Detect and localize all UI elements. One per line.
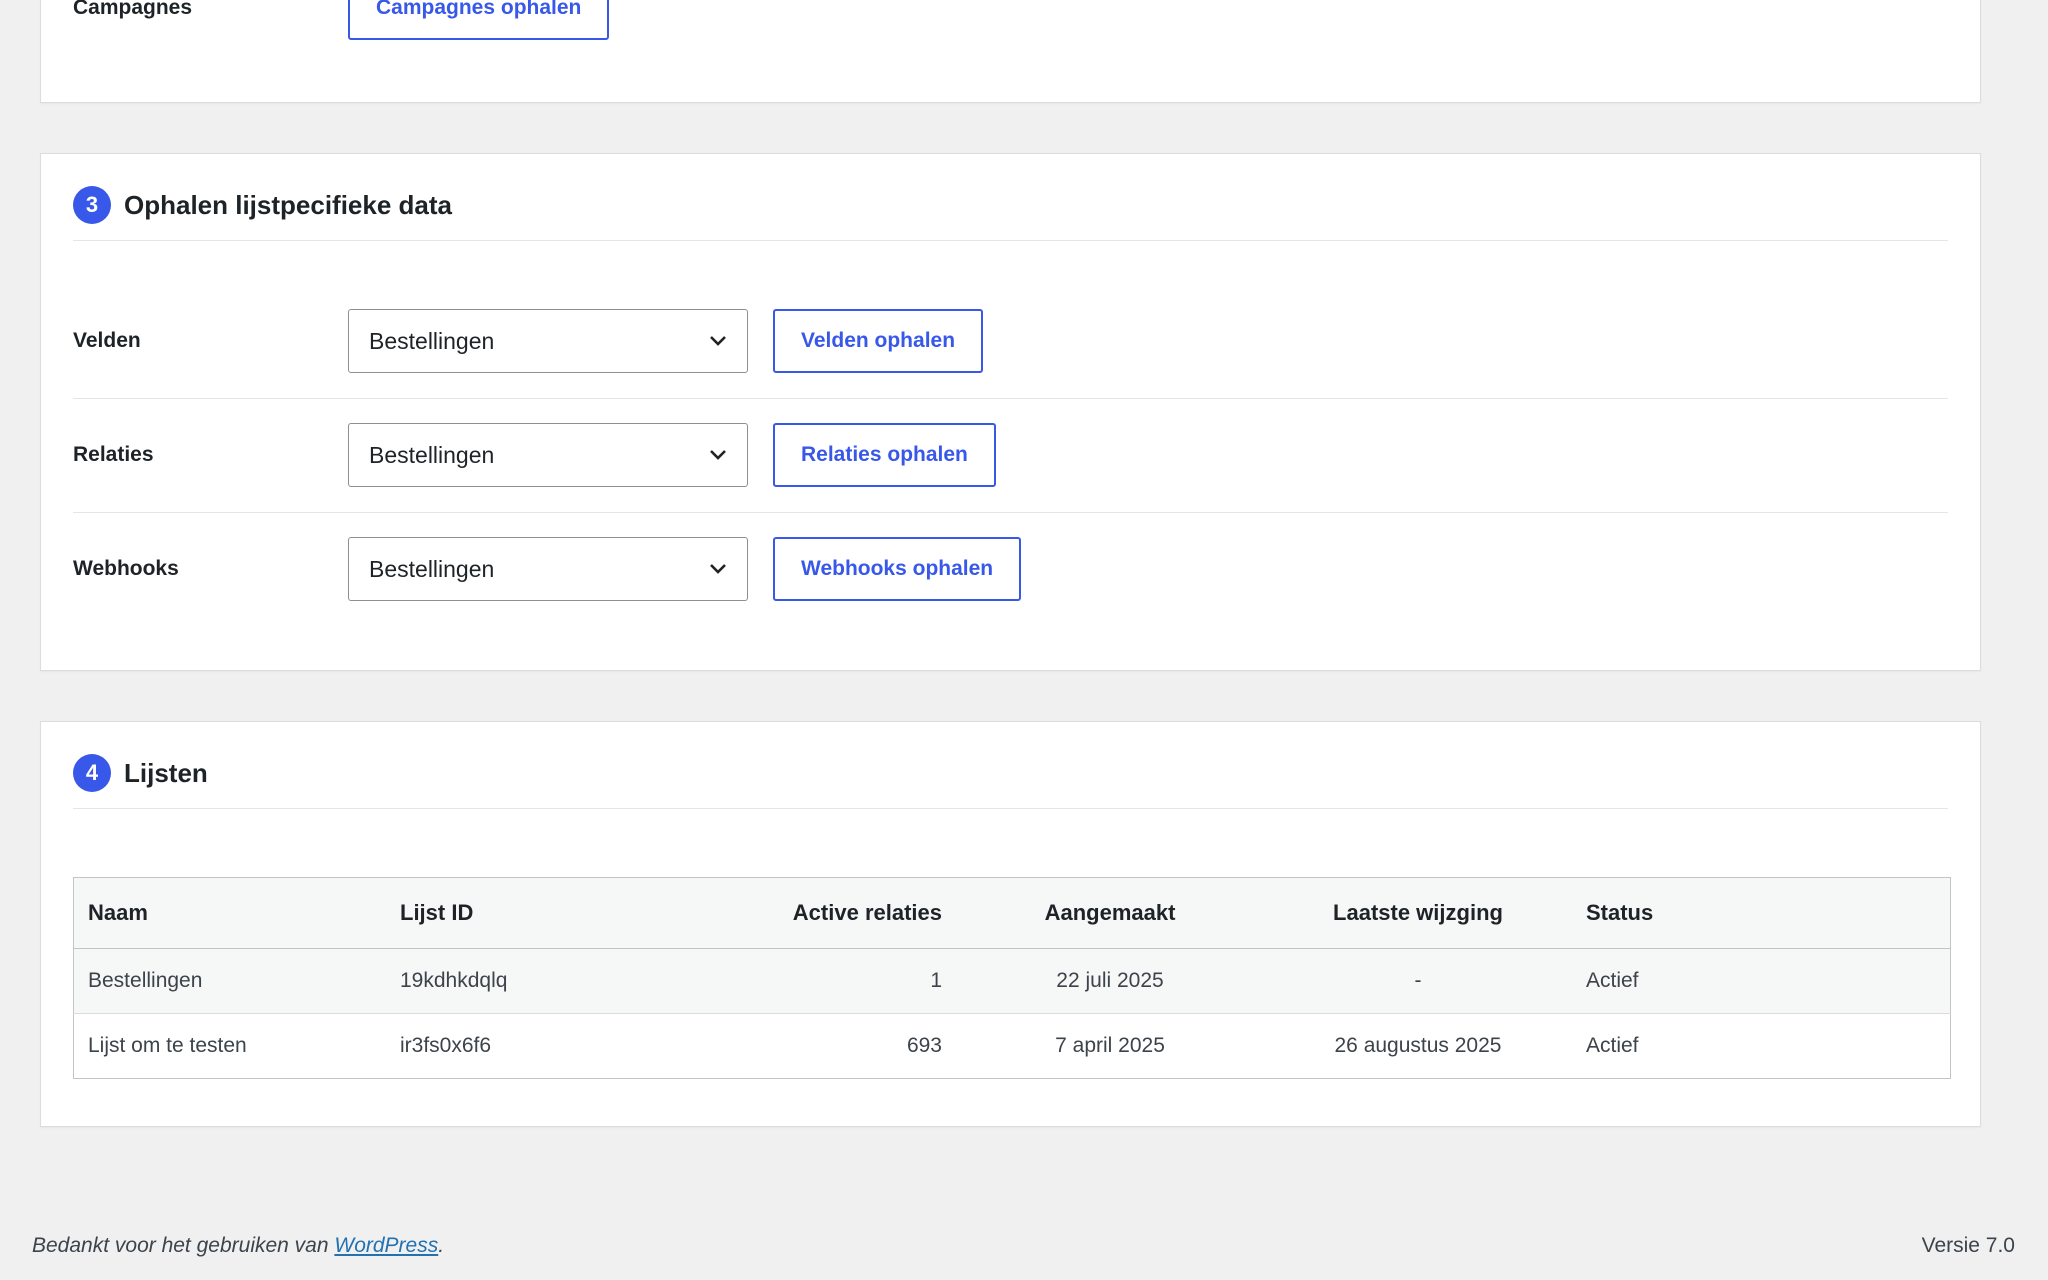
cell-name: Bestellingen [73,948,386,1014]
fields-select-value: Bestellingen [369,327,495,354]
section-4-title: Lijsten [124,758,208,788]
relations-list-select[interactable]: Bestellingen [348,423,748,487]
table-row: Lijst om te testen ir3fs0x6f6 693 7 apri… [74,1014,1951,1079]
campaigns-fetch-button[interactable]: Campagnes ophalen [348,0,610,40]
relations-select-value: Bestellingen [369,441,495,468]
webhooks-select-value: Bestellingen [369,555,495,582]
column-header-status: Status [1572,877,1951,949]
footer-thanks-suffix: . [438,1234,445,1257]
relations-label: Relaties [73,443,154,466]
fields-row: Velden Bestellingen Velden ophalen [73,284,1948,399]
campaigns-label: Campagnes [73,0,193,19]
fields-list-select[interactable]: Bestellingen [348,309,748,373]
webhooks-row: Webhooks Bestellingen Webhooks ophalen [73,512,1948,626]
campaigns-card: Campagnes Campagnes ophalen [40,0,1981,103]
column-header-list-id: Lijst ID [386,877,714,949]
cell-list-id: 19kdhkdqlq [386,948,714,1014]
cell-list-id: ir3fs0x6f6 [400,1034,492,1057]
column-header-active-relations: Active relaties [714,877,956,949]
cell-name: Lijst om te testen [88,1034,247,1057]
section-3-header: 3 Ophalen lijstpecifieke data [73,186,1948,241]
webhooks-label: Webhooks [73,557,179,580]
cell-active-relations: 1 [714,948,956,1014]
webhooks-list-select[interactable]: Bestellingen [348,537,748,601]
fields-label: Velden [73,329,141,352]
table-row: Bestellingen 19kdhkdqlq 1 22 juli 2025 -… [73,948,1951,1014]
footer-version: Versie 7.0 [1921,1234,2015,1257]
cell-active-relations: 693 [906,1034,942,1057]
cell-last-modified: 26 augustus 2025 [1334,1034,1502,1057]
fields-fetch-button[interactable]: Velden ophalen [773,309,984,373]
step-badge-3: 3 [73,186,111,224]
footer-thanks: Bedankt voor het gebruiken van WordPress… [32,1234,444,1258]
column-header-last-modified: Laatste wijzging [1264,877,1572,949]
chevron-down-icon [707,444,729,466]
relations-fetch-button[interactable]: Relaties ophalen [773,423,996,487]
table-header-row: Naam Lijst ID Active relaties Aangemaakt… [73,877,1951,949]
lists-card: 4 Lijsten Naam Lijst ID Active relaties … [40,721,1981,1127]
cell-last-modified: - [1264,948,1572,1014]
lists-table: Naam Lijst ID Active relaties Aangemaakt… [73,877,1951,1079]
column-header-created: Aangemaakt [956,877,1264,949]
wordpress-link[interactable]: WordPress [334,1234,438,1257]
list-specific-data-card: 3 Ophalen lijstpecifieke data Velden Bes… [40,153,1981,671]
column-header-name: Naam [73,877,386,949]
section-3-title: Ophalen lijstpecifieke data [124,190,452,220]
webhooks-fetch-button[interactable]: Webhooks ophalen [773,537,1022,601]
chevron-down-icon [707,558,729,580]
cell-status: Actief [1572,948,1951,1014]
cell-status: Actief [1586,1034,1639,1057]
campaigns-row: Campagnes Campagnes ophalen [73,0,1948,65]
relations-row: Relaties Bestellingen Relaties ophalen [73,398,1948,513]
chevron-down-icon [707,330,729,352]
section-4-header: 4 Lijsten [73,754,1948,809]
cell-created: 22 juli 2025 [956,948,1264,1014]
cell-created: 7 april 2025 [1055,1034,1165,1057]
step-badge-4: 4 [73,754,111,792]
footer-thanks-text: Bedankt voor het gebruiken van [32,1234,335,1257]
